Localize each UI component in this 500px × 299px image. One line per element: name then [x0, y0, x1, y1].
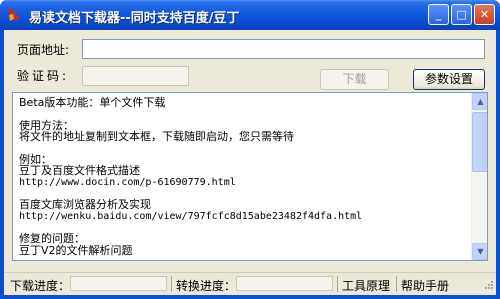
download-button[interactable]: 下载: [320, 69, 389, 90]
client-area: 页面地址: 验证码: 下载 参数设置 Beta版本功能：单个文件下载 使用方法：将…: [4, 30, 496, 295]
text-line: 修复的问题：: [19, 232, 85, 245]
title-bar[interactable]: 易读文档下载器--同时支持百度/豆丁 _ □ ✕: [0, 0, 500, 30]
scroll-up-button[interactable]: ▲: [472, 93, 487, 110]
text-line: 将文件的地址复制到文本框，下载随即启动，您只需等待: [19, 130, 294, 143]
text-line: 百度文库浏览器分析及实现: [19, 198, 151, 211]
code-label: 验证码:: [17, 69, 70, 83]
settings-button[interactable]: 参数设置: [413, 69, 485, 90]
app-window: 易读文档下载器--同时支持百度/豆丁 _ □ ✕ 页面地址: 验证码: 下载 参…: [0, 0, 500, 299]
minimize-button[interactable]: _: [428, 4, 449, 25]
resize-grip-icon[interactable]: [482, 280, 494, 292]
app-logo-icon: [8, 8, 21, 21]
convert-progress-label: 转换进度：: [176, 279, 237, 293]
text-line: http://wenku.baidu.com/view/797fcfc8d15a…: [19, 210, 363, 222]
window-title: 易读文档下载器--同时支持百度/豆丁: [29, 11, 240, 26]
arrow-up-icon: ▲: [477, 97, 484, 106]
text-line: 豆丁及百度文件格式描述: [19, 164, 140, 177]
info-textarea[interactable]: Beta版本功能：单个文件下载 使用方法： 将文件的地址复制到文本框，下载随即启动，…: [12, 92, 488, 261]
text-line: 豆丁V2的文件解析问题: [19, 243, 133, 257]
text-line: Beta版本功能：单个文件下载: [19, 96, 166, 109]
close-button[interactable]: ✕: [474, 4, 495, 25]
status-separator: [171, 276, 172, 292]
code-input[interactable]: [82, 66, 189, 86]
close-icon: ✕: [479, 8, 490, 21]
info-text: Beta版本功能：单个文件下载 使用方法： 将文件的地址复制到文本框，下载随即启动，…: [19, 97, 463, 256]
download-progress-label: 下载进度：: [10, 279, 71, 293]
tool-principle-link[interactable]: 工具原理: [342, 277, 390, 294]
status-bar: 下载进度： 转换进度： 工具原理 帮助手册: [4, 272, 496, 295]
maximize-button[interactable]: □: [451, 4, 472, 25]
scroll-down-button[interactable]: ▼: [472, 243, 487, 260]
convert-progress-bar: [236, 276, 333, 291]
text-line: http://www.docin.com/p-61690779.html: [19, 176, 236, 188]
address-input[interactable]: [82, 39, 485, 59]
download-progress-bar: [70, 276, 167, 291]
minimize-icon: _: [435, 8, 442, 21]
address-label: 页面地址:: [17, 43, 70, 57]
scroll-thumb[interactable]: [472, 112, 487, 172]
window-border-right: [496, 30, 500, 299]
maximize-icon: □: [456, 8, 467, 21]
status-separator: [337, 276, 338, 292]
help-manual-link[interactable]: 帮助手册: [401, 277, 449, 294]
vertical-scrollbar[interactable]: ▲ ▼: [471, 93, 487, 260]
arrow-down-icon: ▼: [477, 247, 484, 256]
window-border-bottom: [0, 295, 500, 299]
status-separator: [396, 276, 397, 292]
